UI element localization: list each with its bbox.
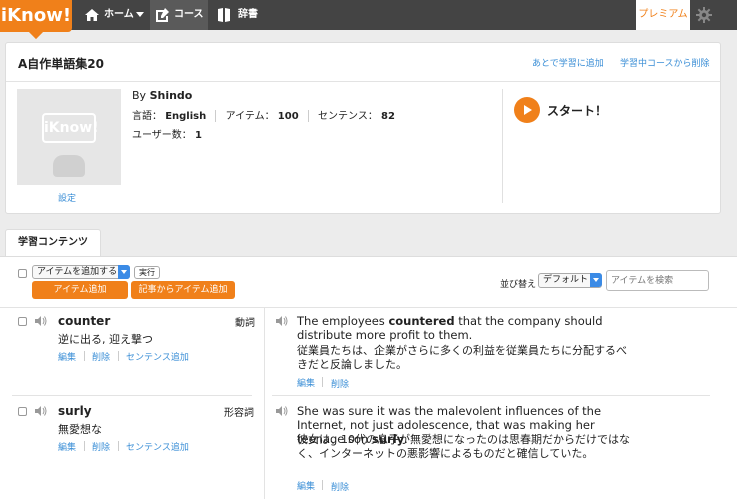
- course-title: A自作単語集20: [18, 57, 104, 71]
- speaker-icon[interactable]: [276, 406, 288, 416]
- sentences-count: 82: [381, 111, 395, 122]
- sentences-label: センテンス：: [318, 111, 378, 122]
- course-icon: [156, 8, 169, 22]
- items-count: 100: [277, 111, 299, 122]
- item-checkbox[interactable]: [18, 317, 27, 326]
- sentence-text: The employees: [297, 314, 389, 328]
- start-label[interactable]: スタート！: [547, 102, 607, 119]
- item-pos: 形容詞: [224, 408, 254, 419]
- author-name[interactable]: Shindo: [150, 89, 193, 102]
- course-panel: A自作単語集20 あとで学習に追加 学習中コースから削除 iKnow! 設定 B…: [5, 42, 721, 214]
- nav-home[interactable]: ホーム: [80, 0, 150, 30]
- sentence-highlight: countered: [388, 314, 455, 328]
- users-label: ユーザー数：: [132, 130, 192, 141]
- edit-link[interactable]: 編集: [297, 479, 315, 492]
- sort-label: 並び替え: [500, 280, 537, 290]
- divider: [0, 307, 737, 308]
- item-checkbox[interactable]: [18, 407, 27, 416]
- edit-link[interactable]: 編集: [58, 350, 76, 363]
- action-select-value: アイテムを追加する: [37, 267, 118, 277]
- item-meaning: 逆に出る, 迎え撃つ: [58, 333, 153, 346]
- edit-link[interactable]: 編集: [58, 440, 76, 453]
- action-divider: [118, 351, 119, 361]
- language-label: 言語：: [132, 111, 162, 122]
- item-word: surly: [58, 404, 92, 418]
- action-divider: [84, 351, 85, 361]
- sentence-translation: 彼女は、10代の息子が無愛想になったのは思春期だからだけではなく、インターネット…: [297, 433, 630, 460]
- logo-notch: [28, 24, 44, 40]
- tab-learning-content[interactable]: 学習コンテンツ: [5, 229, 101, 257]
- nav-course-label: コース: [174, 9, 204, 20]
- logo-text: iKnow!: [0, 5, 72, 26]
- home-icon: [85, 9, 99, 21]
- delete-link[interactable]: 削除: [331, 480, 349, 493]
- top-nav: iKnow! ホーム コース 辞書 プレミアム: [0, 0, 737, 40]
- start-play-button[interactable]: [514, 97, 540, 123]
- by-prefix: By: [132, 89, 147, 102]
- gear-icon[interactable]: [696, 7, 712, 23]
- item-meaning: 無愛想な: [58, 423, 102, 436]
- delete-link[interactable]: 削除: [92, 350, 110, 363]
- users-line: ユーザー数： 1: [132, 126, 202, 141]
- sort-select[interactable]: デフォルト: [538, 273, 602, 288]
- speaker-icon[interactable]: [276, 316, 288, 326]
- iknow-logo[interactable]: iKnow!: [0, 0, 72, 40]
- edit-link[interactable]: 編集: [297, 376, 315, 389]
- delete-link[interactable]: 削除: [331, 377, 349, 390]
- divider: [12, 395, 252, 396]
- items-label: アイテム：: [225, 111, 275, 122]
- thumbnail-logo: iKnow!: [42, 113, 99, 143]
- dictionary-icon: [218, 8, 230, 22]
- column-divider: [264, 307, 265, 499]
- speaker-icon[interactable]: [35, 406, 47, 416]
- owl-icon: [53, 155, 85, 177]
- divider: [272, 395, 710, 396]
- sentence-translation: 従業員たちは、企業がさらに多くの利益を従業員たちに分配するべきだと反論しました。: [297, 344, 627, 371]
- nav-home-label: ホーム: [104, 9, 134, 20]
- action-divider: [322, 377, 323, 387]
- action-divider: [84, 441, 85, 451]
- content-area: アイテムを追加する 実行 アイテム追加 記事からアイテム追加 並び替え デフォル…: [0, 256, 737, 499]
- vertical-divider: [502, 89, 503, 203]
- nav-dict-label: 辞書: [238, 9, 258, 20]
- item-word: counter: [58, 314, 111, 328]
- settings-link[interactable]: 設定: [58, 191, 76, 204]
- nav-premium[interactable]: プレミアム: [636, 0, 690, 30]
- action-divider: [322, 480, 323, 490]
- chevron-down-icon: [136, 12, 144, 17]
- select-arrow-icon: [118, 265, 130, 279]
- language-value: English: [165, 111, 207, 122]
- speaker-icon[interactable]: [35, 316, 47, 326]
- author-line: By Shindo: [132, 89, 192, 102]
- item-search-input[interactable]: [606, 270, 709, 291]
- action-select[interactable]: アイテムを追加する: [32, 265, 130, 279]
- add-later-link[interactable]: あとで学習に追加: [532, 56, 604, 69]
- nav-course[interactable]: コース: [150, 0, 208, 30]
- delete-link[interactable]: 削除: [92, 440, 110, 453]
- divider: [6, 81, 720, 82]
- course-thumbnail: iKnow!: [17, 89, 121, 185]
- remove-course-link[interactable]: 学習中コースから削除: [620, 56, 710, 69]
- meta-divider: [307, 110, 309, 122]
- users-count: 1: [195, 130, 202, 141]
- execute-button[interactable]: 実行: [134, 266, 160, 279]
- example-sentence: The employees countered that the company…: [297, 314, 637, 342]
- item-pos: 動詞: [235, 318, 255, 329]
- action-divider: [118, 441, 119, 451]
- add-sentence-link[interactable]: センテンス追加: [126, 440, 189, 453]
- add-sentence-link[interactable]: センテンス追加: [126, 350, 189, 363]
- course-meta: 言語： English アイテム： 100 センテンス： 82: [132, 107, 395, 122]
- meta-divider: [215, 110, 217, 122]
- sort-select-value: デフォルト: [543, 275, 589, 285]
- add-from-article-button[interactable]: 記事からアイテム追加: [131, 281, 235, 299]
- select-all-checkbox[interactable]: [18, 269, 27, 278]
- select-arrow-icon: [590, 273, 602, 287]
- nav-dict[interactable]: 辞書: [208, 0, 268, 30]
- add-item-button[interactable]: アイテム追加: [32, 281, 128, 299]
